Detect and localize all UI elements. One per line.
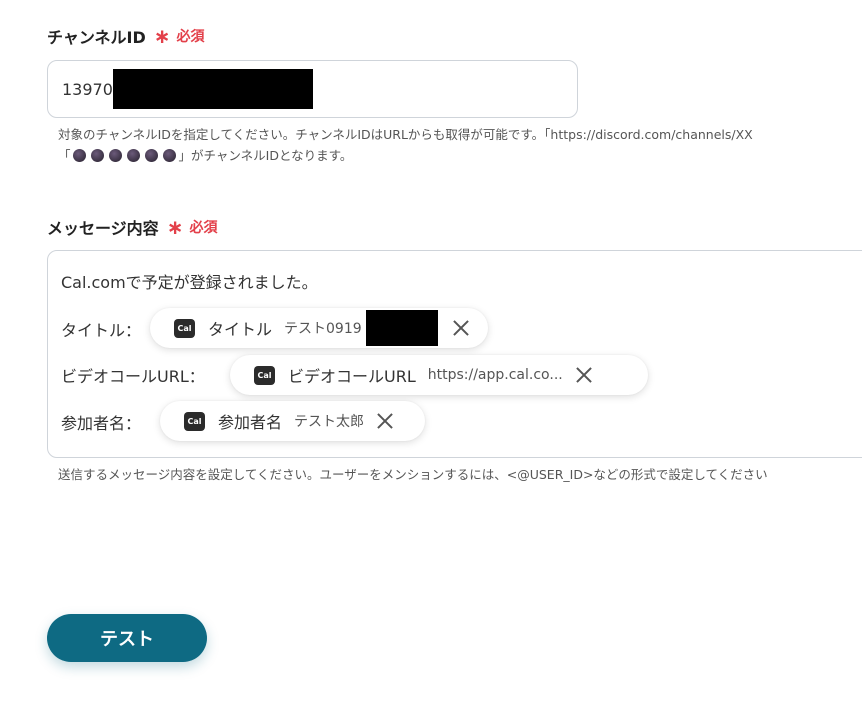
cal-icon: Cal [184,411,205,431]
close-icon[interactable] [376,412,394,430]
placeholder-dot-icon [127,149,141,162]
channel-id-label: チャンネルID ∗ 必須 [47,24,205,48]
message-help: 送信するメッセージ内容を設定してください。ユーザーをメンションするには、<@US… [58,467,768,482]
chip-value: https://app.cal.co... [427,367,563,383]
channel-id-value: 13970 [62,79,113,99]
channel-id-help-line2: 「 」がチャンネルIDとなります。 [58,145,753,166]
help-bracket-open: 「 [58,148,71,163]
channel-id-help-line1: 対象のチャンネルIDを指定してください。チャンネルIDはURLからも取得が可能で… [58,127,753,142]
placeholder-dot-icon [109,149,123,162]
help-line2-suffix: 」がチャンネルIDとなります。 [178,148,353,163]
required-star-icon: ∗ [166,215,184,239]
chip-value: テスト0919 [284,321,362,337]
required-badge: 必須 [176,29,205,45]
placeholder-dot-icon [163,149,177,162]
placeholder-dot-icon [91,149,105,162]
cal-icon: Cal [174,318,195,338]
message-first-line: Cal.comで予定が登録されました。 [61,273,318,292]
message-row-title-prefix: タイトル： [61,321,142,340]
placeholder-dot-icon [73,149,87,162]
cal-icon: Cal [254,365,275,385]
chip-name: 参加者名 [218,413,283,432]
message-label: メッセージ内容 ∗ 必須 [47,215,217,239]
close-icon[interactable] [452,319,470,337]
redaction-block [365,310,438,346]
variable-chip-attendee[interactable]: Cal 参加者名 テスト太郎 [160,401,425,441]
test-button[interactable]: テスト [47,614,207,662]
redaction-block [112,69,313,109]
chip-value: テスト太郎 [294,414,365,430]
required-star-icon: ∗ [153,24,171,48]
channel-id-input[interactable]: 13970 [47,60,578,118]
variable-chip-title[interactable]: Cal タイトル テスト0919 [150,308,488,348]
variable-chip-video-url[interactable]: Cal ビデオコールURL https://app.cal.co... [230,355,648,395]
close-icon[interactable] [575,366,593,384]
channel-id-help: 対象のチャンネルIDを指定してください。チャンネルIDはURLからも取得が可能で… [58,124,753,166]
message-label-text: メッセージ内容 [47,219,159,238]
placeholder-dot-icon [145,149,159,162]
chip-name: タイトル [208,320,273,339]
message-row-url-prefix: ビデオコールURL： [61,367,205,386]
message-row-attendee-prefix: 参加者名： [61,414,142,433]
channel-id-label-text: チャンネルID [47,28,146,47]
chip-name: ビデオコールURL [288,367,416,386]
required-badge: 必須 [189,220,218,236]
